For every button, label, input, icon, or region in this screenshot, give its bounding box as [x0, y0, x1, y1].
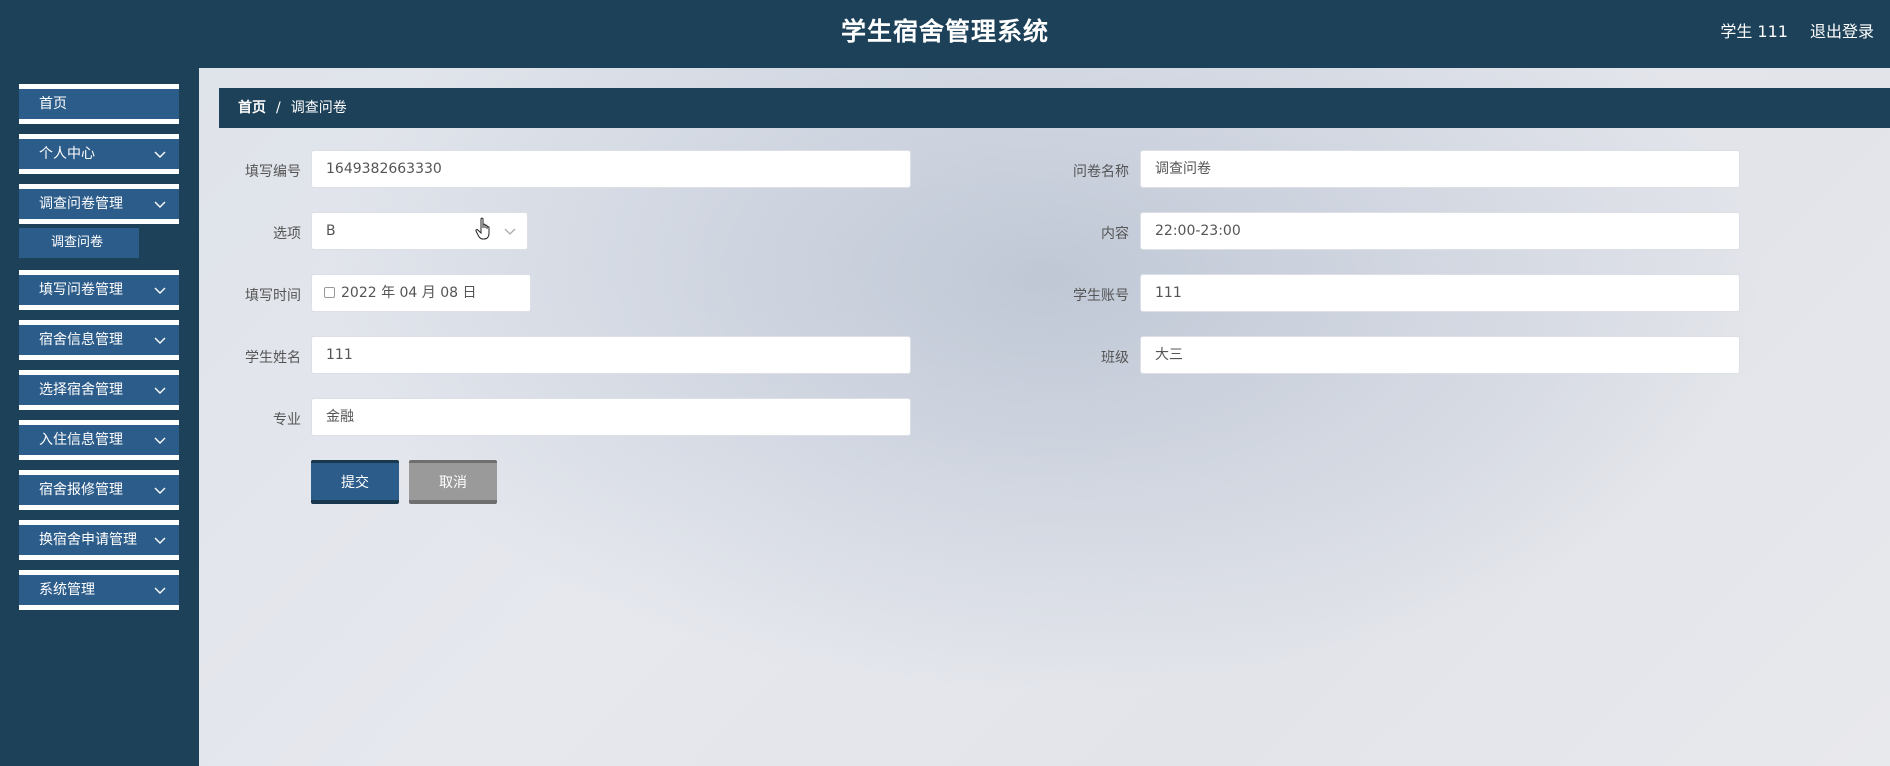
sidebar-item-label: 宿舍报修管理	[39, 482, 123, 498]
sidebar-item-select-dorm-management[interactable]: 选择宿舍管理	[19, 370, 179, 410]
chevron-down-icon	[154, 437, 166, 444]
sidebar-item-label: 首页	[39, 96, 67, 112]
main-content: 首页 / 调查问卷 填写编号 1649382663330 问卷名称 调查问卷 选项 …	[199, 68, 1890, 766]
major-input[interactable]: 金融	[311, 398, 911, 436]
user-area: 学生 111 退出登录	[1720, 18, 1874, 42]
breadcrumb-current: 调查问卷	[290, 100, 347, 116]
chevron-down-icon	[154, 201, 166, 208]
sidebar-item-label: 填写问卷管理	[39, 282, 123, 298]
sidebar-item-label: 宿舍信息管理	[39, 332, 123, 348]
sidebar-item-label: 换宿舍申请管理	[39, 532, 137, 548]
class-input[interactable]: 大三	[1140, 336, 1740, 374]
sidebar-item-fill-questionnaire-management[interactable]: 填写问卷管理	[19, 270, 179, 310]
sidebar-item-dorm-change-management[interactable]: 换宿舍申请管理	[19, 520, 179, 560]
sidebar-item-check-in-management[interactable]: 入住信息管理	[19, 420, 179, 460]
fill-time-value: 2022 年 04 月 08 日	[341, 285, 477, 301]
logout-link[interactable]: 退出登录	[1810, 18, 1874, 42]
sidebar-item-home[interactable]: 首页	[19, 84, 179, 124]
breadcrumb-home[interactable]: 首页	[238, 100, 266, 116]
sidebar-item-label: 调查问卷管理	[39, 196, 123, 212]
student-name-input[interactable]: 111	[311, 336, 911, 374]
questionnaire-name-label: 问卷名称	[1073, 164, 1129, 180]
sidebar-item-label: 个人中心	[39, 146, 95, 162]
sidebar-item-label: 入住信息管理	[39, 432, 123, 448]
option-label: 选项	[273, 226, 301, 242]
option-select[interactable]: B	[311, 212, 528, 250]
content-input[interactable]: 22:00-23:00	[1140, 212, 1740, 250]
student-account-input[interactable]: 111	[1140, 274, 1740, 312]
sidebar-subitem-questionnaire[interactable]: 调查问卷	[19, 228, 139, 258]
sidebar-item-label: 选择宿舍管理	[39, 382, 123, 398]
sidebar-menu: 首页 个人中心 调查问卷管理 调查问卷 填写问卷管理 宿舍信息管理 选择宿舍管理…	[19, 84, 179, 620]
sidebar-item-personal-center[interactable]: 个人中心	[19, 134, 179, 174]
chevron-down-icon	[154, 337, 166, 344]
app-title: 学生宿舍管理系统	[840, 17, 1049, 46]
fill-time-date-picker[interactable]: 2022 年 04 月 08 日	[311, 274, 531, 312]
sidebar: 首页 个人中心 调查问卷管理 调查问卷 填写问卷管理 宿舍信息管理 选择宿舍管理…	[0, 68, 199, 766]
sidebar-item-system-management[interactable]: 系统管理	[19, 570, 179, 610]
major-label: 专业	[273, 412, 301, 428]
current-user: 学生 111	[1720, 22, 1788, 41]
student-account-label: 学生账号	[1073, 288, 1129, 304]
top-bar: 学生宿舍管理系统 学生 111 退出登录	[0, 0, 1890, 68]
sidebar-item-questionnaire-management[interactable]: 调查问卷管理	[19, 184, 179, 224]
sidebar-item-dorm-info-management[interactable]: 宿舍信息管理	[19, 320, 179, 360]
student-name-label: 学生姓名	[245, 350, 301, 366]
sidebar-item-repair-management[interactable]: 宿舍报修管理	[19, 470, 179, 510]
questionnaire-name-input[interactable]: 调查问卷	[1140, 150, 1740, 188]
class-label: 班级	[1101, 350, 1129, 366]
fill-no-input[interactable]: 1649382663330	[311, 150, 911, 188]
submit-button[interactable]: 提交	[311, 460, 399, 504]
chevron-down-icon	[154, 487, 166, 494]
fill-no-label: 填写编号	[245, 164, 301, 180]
content-label: 内容	[1101, 226, 1129, 242]
option-selected-value: B	[326, 223, 336, 239]
hand-pointer-icon	[475, 217, 490, 240]
calendar-icon	[324, 287, 335, 298]
sidebar-item-label: 系统管理	[39, 582, 95, 598]
breadcrumb-separator: /	[276, 100, 281, 116]
chevron-down-icon	[154, 387, 166, 394]
chevron-down-icon	[154, 287, 166, 294]
fill-time-label: 填写时间	[245, 288, 301, 304]
chevron-down-icon	[504, 228, 516, 235]
chevron-down-icon	[154, 587, 166, 594]
chevron-down-icon	[154, 151, 166, 158]
breadcrumb: 首页 / 调查问卷	[219, 88, 1890, 128]
cancel-button[interactable]: 取消	[409, 460, 497, 504]
chevron-down-icon	[154, 537, 166, 544]
